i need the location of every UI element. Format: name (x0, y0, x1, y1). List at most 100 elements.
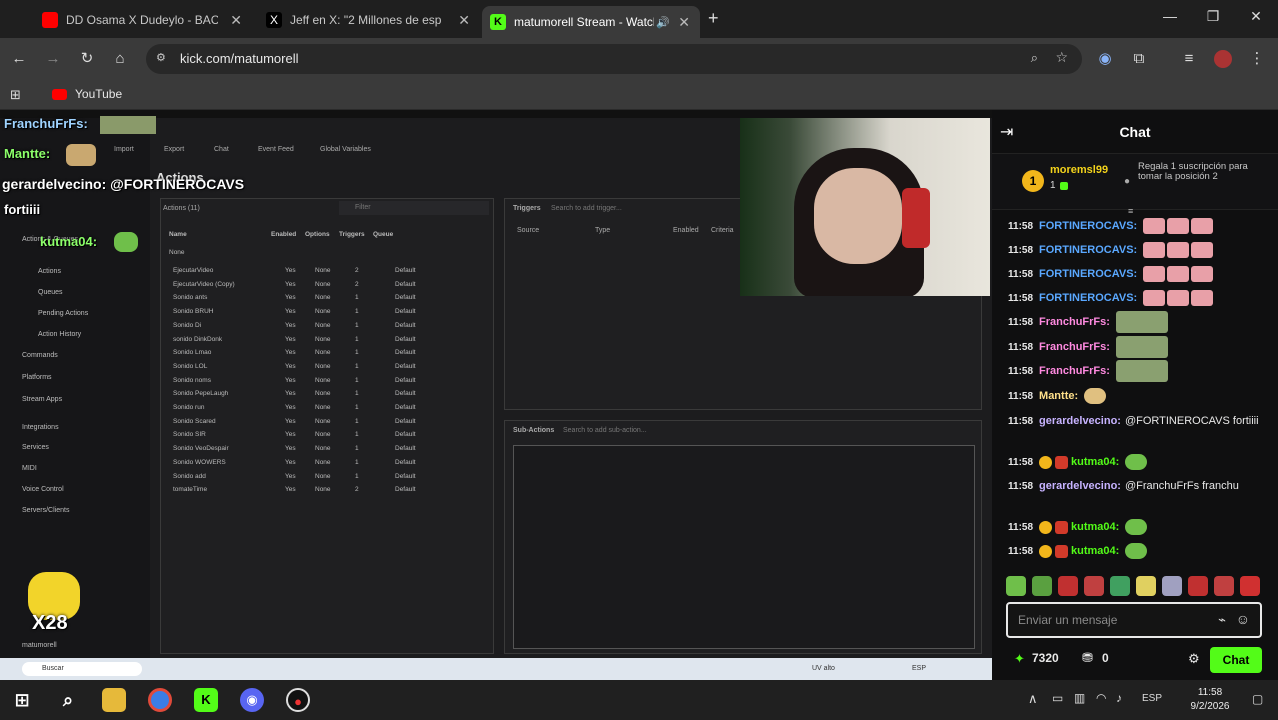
action-row-cell: Yes (285, 376, 296, 384)
chat-drag-handle[interactable]: ≡ (1128, 207, 1142, 216)
network-icon[interactable]: ▭ (1052, 691, 1063, 705)
message-username[interactable]: FranchuFrFs: (1039, 316, 1110, 328)
message-username[interactable]: gerardelvecino: (1039, 415, 1121, 427)
home-icon[interactable]: ⌂ (111, 50, 129, 68)
tab-kick-active[interactable]: K matumorell Stream - Watch 🔊 ✕ (482, 6, 700, 38)
windows-start-icon[interactable]: ⊞ (10, 688, 34, 712)
menu-icon[interactable]: ⋮ (1248, 50, 1266, 68)
message-username[interactable]: kutma04: (1071, 456, 1119, 468)
language-indicator[interactable]: ESP (1142, 693, 1162, 704)
apps-grid-icon[interactable]: ⊞ (10, 87, 21, 103)
tray-chevron-icon[interactable]: ∧ (1028, 691, 1038, 707)
chat-input-box[interactable]: ⌁ ☺ (1006, 602, 1262, 638)
obs-icon[interactable]: ● (286, 688, 310, 712)
quick-emote[interactable] (1032, 576, 1052, 596)
kick-app-icon[interactable]: K (194, 688, 218, 712)
message-username[interactable]: FORTINEROCAVS: (1039, 244, 1137, 256)
gift-leaderboard[interactable]: 1 moremsl99 1 ● Regala 1 suscripción par… (992, 154, 1278, 210)
quick-emote[interactable] (1162, 576, 1182, 596)
chat-input[interactable] (1018, 612, 1198, 628)
close-window-icon[interactable]: ✕ (1246, 8, 1266, 25)
back-icon[interactable]: ← (10, 50, 28, 68)
chat-emote (1191, 266, 1214, 282)
minimize-icon[interactable]: — (1160, 8, 1180, 24)
address-bar[interactable]: ⚙ kick.com/matumorell ⌕ ☆ (146, 44, 1082, 74)
message-username[interactable]: FranchuFrFs: (1039, 365, 1110, 377)
action-row-cell: Default (395, 362, 416, 370)
action-row-name: EjecutarVideo (173, 267, 214, 274)
chrome-icon[interactable] (148, 688, 172, 712)
file-explorer-icon[interactable] (102, 688, 126, 712)
zoom-icon[interactable]: ⌕ (1031, 50, 1038, 66)
media-control-icon[interactable]: ≡ (1180, 50, 1198, 68)
restore-icon[interactable]: ❐ (1203, 8, 1223, 25)
chat-emote (1115, 360, 1168, 382)
message-text: @FranchuFrFs franchu (1124, 480, 1239, 492)
actions-title: Actions (11) (163, 205, 200, 212)
bookmark-star-icon[interactable]: ☆ (1055, 49, 1068, 66)
gifter-badge-icon (1039, 455, 1053, 469)
profile-avatar[interactable] (1214, 50, 1232, 68)
close-tab-icon[interactable]: ✕ (458, 12, 470, 29)
extensions-puzzle-icon[interactable]: ⧉ (1130, 50, 1148, 68)
tab-youtube[interactable]: DD Osama X Dudeylo - BACK T ✕ (34, 6, 252, 34)
action-row-cell: Yes (285, 308, 296, 316)
commands-icon[interactable]: ⌁ (1218, 612, 1226, 628)
message-username[interactable]: kutma04: (1071, 545, 1119, 557)
quick-emote[interactable] (1240, 576, 1260, 596)
bookmark-youtube[interactable]: YouTube (52, 87, 122, 101)
message-time: 11:58 (1008, 545, 1034, 557)
gifter-badge-icon (1039, 544, 1053, 558)
url-text[interactable]: kick.com/matumorell (180, 51, 298, 66)
message-username[interactable]: kutma04: (1071, 521, 1119, 533)
kick-icon: K (490, 14, 506, 30)
tab-x[interactable]: X Jeff en X: "2 Millones de espec ✕ (258, 6, 480, 34)
site-info-icon[interactable]: ⚙ (156, 51, 166, 64)
stream-video-player[interactable]: Actions & Queues Actions Queues Pending Act… (0, 110, 992, 680)
sb-nav-item: Queues (38, 289, 63, 296)
quick-emote[interactable] (1136, 576, 1156, 596)
action-row-name: Sonido WOWERS (173, 458, 226, 466)
message-username[interactable]: gerardelvecino: (1039, 480, 1121, 492)
message-username[interactable]: FORTINEROCAVS: (1039, 268, 1137, 280)
action-row-cell: 2 (355, 280, 359, 288)
emoji-icon[interactable]: ☺ (1236, 611, 1250, 627)
clock[interactable]: 11:58 9/2/2026 (1180, 686, 1240, 714)
quick-emote[interactable] (1006, 576, 1026, 596)
quick-emote[interactable] (1084, 576, 1104, 596)
message-username[interactable]: Mantte: (1039, 390, 1078, 402)
quick-emote[interactable] (1110, 576, 1130, 596)
notifications-icon[interactable]: ▢ (1252, 692, 1263, 706)
message-time: 11:58 (1008, 316, 1034, 328)
points-value[interactable]: 7320 (1032, 651, 1059, 665)
gift-sub-icon[interactable]: ⛃ (1082, 650, 1093, 666)
wifi-icon[interactable]: ◠ (1096, 691, 1106, 705)
quick-emote[interactable] (1214, 576, 1234, 596)
quick-emote[interactable] (1188, 576, 1208, 596)
close-tab-icon[interactable]: ✕ (230, 12, 242, 29)
new-tab-button[interactable]: + (708, 8, 719, 29)
chat-emote (1167, 218, 1190, 234)
action-row-cell: 1 (355, 376, 359, 384)
message-username[interactable]: FORTINEROCAVS: (1039, 220, 1137, 232)
close-tab-icon[interactable]: ✕ (678, 14, 690, 31)
reload-icon[interactable]: ↻ (78, 50, 96, 68)
triggers-search: Search to add trigger... (551, 205, 622, 212)
discord-icon[interactable]: ◉ (240, 688, 264, 712)
message-username[interactable]: FORTINEROCAVS: (1039, 292, 1137, 304)
forward-icon[interactable]: → (44, 50, 62, 68)
speaker-icon[interactable]: 🔊 (656, 16, 670, 29)
points-icon: ✦ (1014, 651, 1025, 666)
chat-settings-icon[interactable]: ⚙ (1188, 651, 1200, 667)
volume-icon[interactable]: ♪ (1116, 691, 1122, 705)
send-chat-button[interactable]: Chat (1210, 647, 1262, 673)
quick-emote[interactable] (1058, 576, 1078, 596)
battery-icon[interactable]: ▥ (1074, 691, 1085, 705)
pinned-user[interactable]: moremsl99 (1050, 164, 1108, 176)
col-source: Source (517, 227, 540, 234)
extension-icon[interactable]: ◉ (1096, 50, 1114, 68)
message-username[interactable]: FranchuFrFs: (1039, 341, 1110, 353)
sb-nav-item: Integrations (22, 424, 59, 431)
sb-user: matumorell (22, 642, 57, 649)
search-icon[interactable]: ⌕ (56, 688, 80, 712)
